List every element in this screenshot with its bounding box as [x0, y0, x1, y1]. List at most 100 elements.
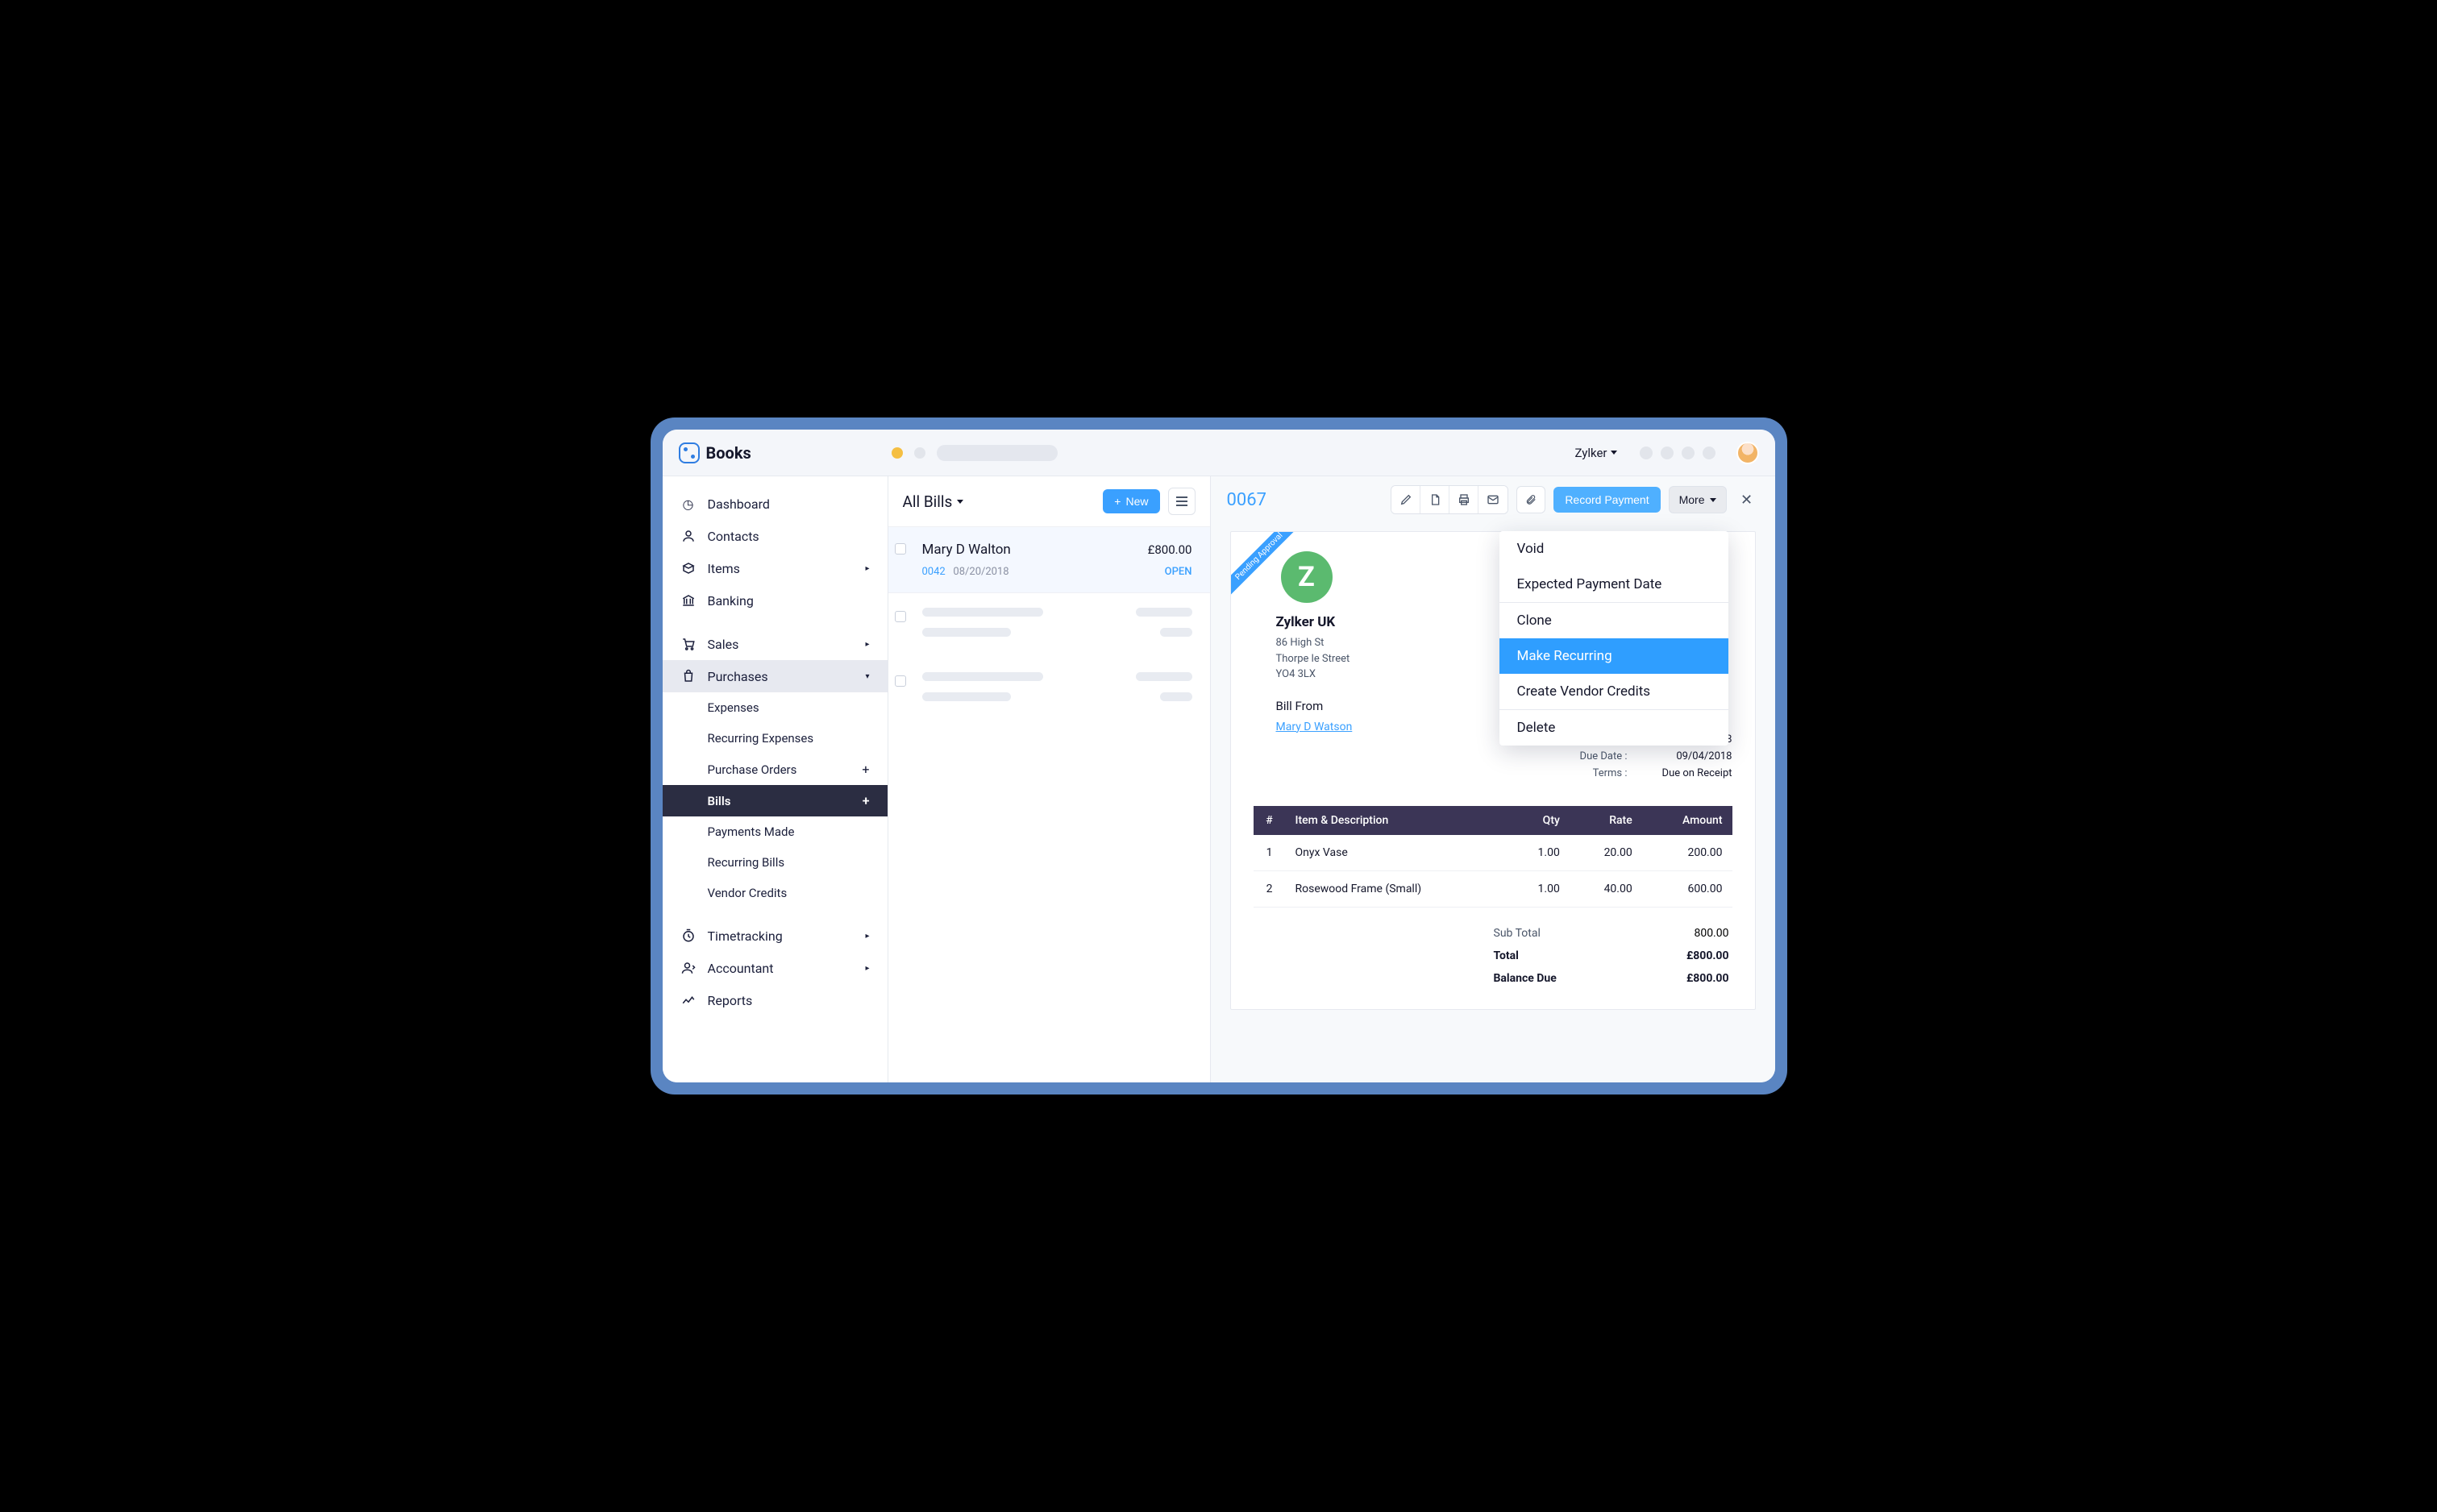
nav-label: Reports [708, 993, 753, 1008]
dd-expected-payment[interactable]: Expected Payment Date [1499, 567, 1728, 602]
user-avatar[interactable] [1736, 442, 1759, 464]
caret-down-icon [1710, 498, 1716, 502]
subnav-label: Recurring Bills [708, 855, 785, 870]
sales-icon [680, 636, 697, 652]
caret-down-icon [1611, 451, 1617, 455]
row-checkbox[interactable] [895, 611, 906, 622]
nav-sales[interactable]: Sales ▸ [663, 628, 888, 660]
nav-purchases[interactable]: Purchases ▾ [663, 660, 888, 692]
plus-icon[interactable]: + [863, 793, 870, 808]
nav-items[interactable]: Items ▸ [663, 552, 888, 584]
plus-icon[interactable]: + [862, 762, 869, 777]
nav-label: Dashboard [708, 496, 770, 512]
close-button[interactable]: ✕ [1735, 488, 1759, 512]
subnav-label: Vendor Credits [708, 886, 788, 900]
subnav-bills[interactable]: Bills + [663, 785, 888, 816]
reports-icon [680, 992, 697, 1008]
more-dropdown: Void Expected Payment Date Clone Make Re… [1499, 531, 1728, 746]
bill-from-link[interactable]: Mary D Watson [1276, 721, 1353, 733]
subnav-payments-made[interactable]: Payments Made [663, 816, 888, 847]
nav-label: Timetracking [708, 928, 783, 944]
topbar: Books Zylker [663, 430, 1775, 476]
col-qty: Qty [1507, 806, 1570, 835]
subnav-label: Bills [708, 794, 731, 808]
nav-accountant[interactable]: Accountant ▸ [663, 952, 888, 984]
nav-label: Banking [708, 593, 754, 609]
nav-contacts[interactable]: Contacts [663, 520, 888, 552]
more-button[interactable]: More [1669, 486, 1727, 513]
chevron-down-icon: ▾ [865, 672, 869, 681]
window-dot-gray [914, 447, 925, 459]
dd-vendor-credits[interactable]: Create Vendor Credits [1499, 674, 1728, 709]
list-filter[interactable]: All Bills [903, 492, 964, 511]
nav-reports[interactable]: Reports [663, 984, 888, 1016]
line-items-table: # Item & Description Qty Rate Amount 1 O… [1254, 806, 1732, 908]
record-payment-button[interactable]: Record Payment [1553, 487, 1660, 513]
attach-button[interactable] [1516, 486, 1545, 513]
subnav-label: Purchase Orders [708, 762, 797, 777]
caret-down-icon [957, 500, 963, 504]
plus-icon: + [1114, 495, 1121, 508]
nav-label: Items [708, 561, 740, 576]
edit-button[interactable] [1391, 486, 1420, 513]
new-bill-button[interactable]: + New [1103, 489, 1159, 513]
header-dot[interactable] [1661, 447, 1674, 459]
dashboard-icon: ◷ [680, 496, 697, 512]
subnav-label: Recurring Expenses [708, 731, 814, 746]
subnav-label: Payments Made [708, 825, 795, 839]
col-num: # [1254, 806, 1286, 835]
banking-icon [680, 592, 697, 609]
subnav-label: Expenses [708, 700, 759, 715]
chevron-right-icon: ▸ [865, 640, 869, 649]
app-name: Books [706, 443, 751, 463]
list-menu-button[interactable] [1168, 488, 1196, 515]
subnav-vendor-credits[interactable]: Vendor Credits [663, 878, 888, 908]
print-button[interactable] [1449, 486, 1478, 513]
vendor-name: Zylker UK [1276, 614, 1336, 630]
nav-banking[interactable]: Banking [663, 584, 888, 617]
dd-make-recurring[interactable]: Make Recurring [1499, 638, 1728, 674]
email-button[interactable] [1478, 486, 1508, 513]
dd-delete[interactable]: Delete [1499, 710, 1728, 746]
nav-label: Sales [708, 637, 739, 652]
nav-label: Purchases [708, 669, 768, 684]
dd-clone[interactable]: Clone [1499, 603, 1728, 638]
pending-approval-ribbon: Pending Approval [1231, 532, 1304, 604]
bill-row-skeleton [888, 658, 1210, 722]
subnav-expenses[interactable]: Expenses [663, 692, 888, 723]
chevron-right-icon: ▸ [865, 564, 869, 573]
bill-row[interactable]: Mary D Walton £800.00 0042 08/20/2018 OP… [888, 527, 1210, 593]
org-name: Zylker [1574, 446, 1607, 460]
header-dot[interactable] [1682, 447, 1695, 459]
header-dot[interactable] [1703, 447, 1715, 459]
bill-list-panel: All Bills + New Mary D Walton £800.0 [888, 476, 1211, 1082]
new-label: New [1125, 495, 1148, 508]
line-item-row: 2 Rosewood Frame (Small) 1.00 40.00 600.… [1254, 870, 1732, 907]
row-amount: £800.00 [1148, 542, 1192, 557]
more-label: More [1679, 493, 1705, 506]
header-dot[interactable] [1640, 447, 1653, 459]
action-icon-group [1391, 485, 1508, 514]
bill-number: 0067 [1227, 490, 1266, 510]
subnav-purchase-orders[interactable]: Purchase Orders + [663, 754, 888, 785]
clock-icon [680, 928, 697, 944]
nav-label: Contacts [708, 529, 759, 544]
purchases-icon [680, 668, 697, 684]
nav-dashboard[interactable]: ◷ Dashboard [663, 488, 888, 520]
subnav-recurring-bills[interactable]: Recurring Bills [663, 847, 888, 878]
nav-timetracking[interactable]: Timetracking ▸ [663, 920, 888, 952]
row-checkbox[interactable] [895, 543, 906, 555]
header-dots [1640, 447, 1715, 459]
vendor-address: 86 High St Thorpe le Street YO4 3LX [1276, 635, 1350, 683]
row-checkbox[interactable] [895, 675, 906, 687]
list-title-text: All Bills [903, 492, 953, 511]
col-rate: Rate [1570, 806, 1642, 835]
accountant-icon [680, 960, 697, 976]
sidebar: ◷ Dashboard Contacts Items ▸ Ba [663, 476, 888, 1082]
app-logo[interactable]: Books [679, 442, 880, 463]
dd-void[interactable]: Void [1499, 531, 1728, 567]
pdf-button[interactable] [1420, 486, 1449, 513]
subnav-recurring-expenses[interactable]: Recurring Expenses [663, 723, 888, 754]
col-desc: Item & Description [1286, 806, 1507, 835]
org-switcher[interactable]: Zylker [1574, 446, 1616, 460]
